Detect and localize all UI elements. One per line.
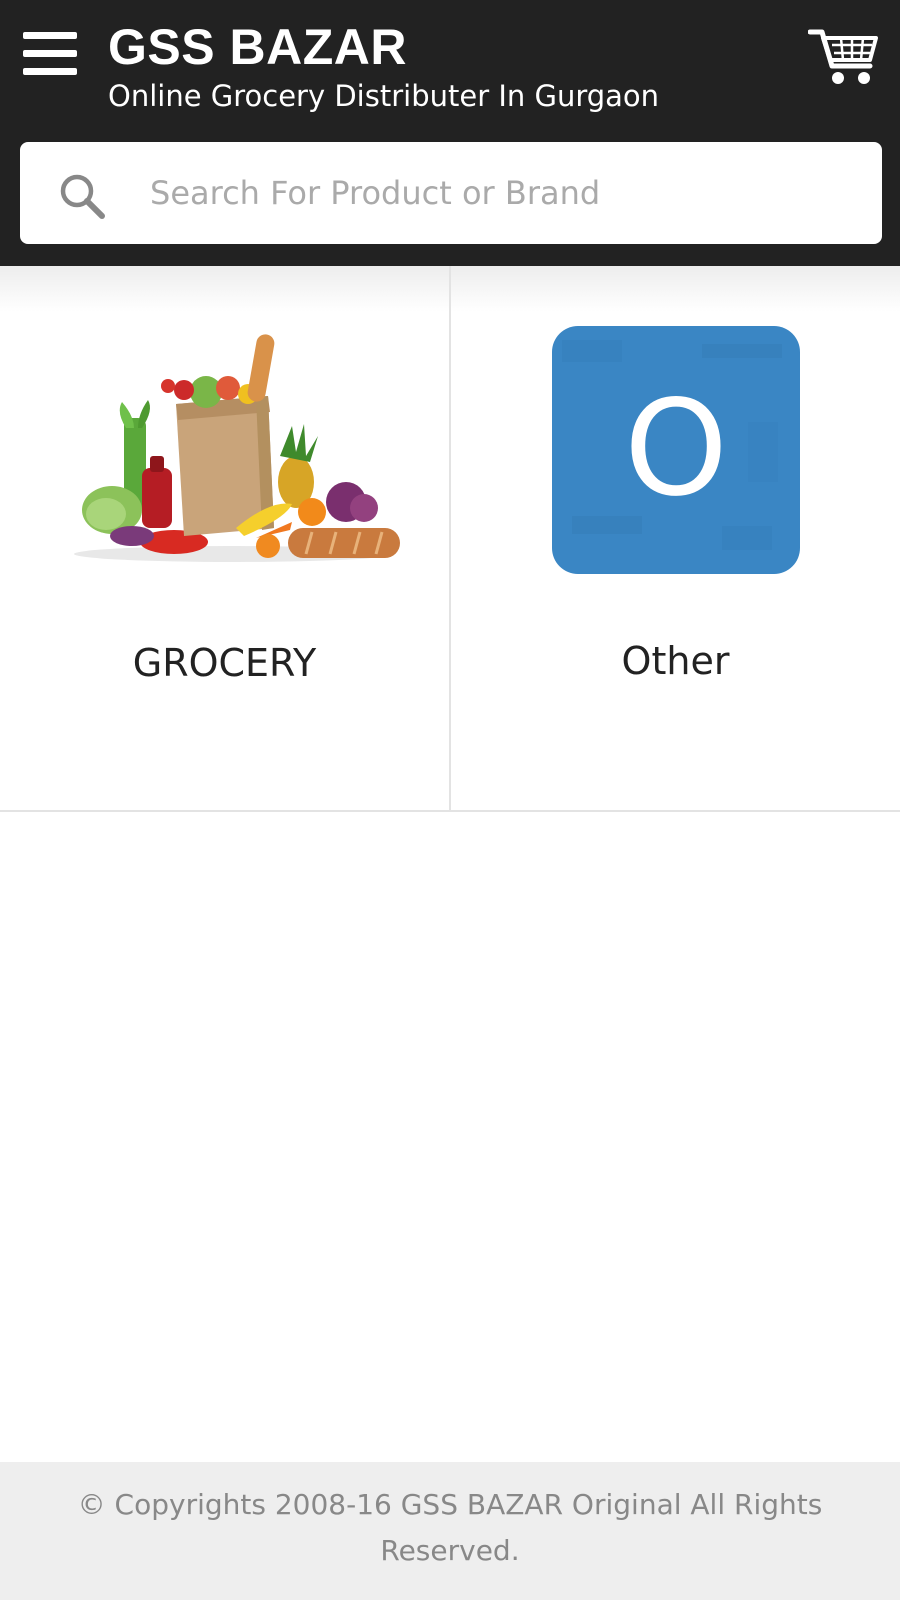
category-label-other: Other [621,639,730,683]
category-tile-grocery[interactable]: GROCERY [0,266,451,810]
search-icon[interactable] [58,172,106,220]
app-header: GSS BAZAR Online Grocery Distributer In … [0,0,900,266]
footer-copyright: © Copyrights 2008-16 GSS BAZAR Original … [77,1488,823,1567]
footer: © Copyrights 2008-16 GSS BAZAR Original … [0,1462,900,1600]
category-label-grocery: GROCERY [132,641,317,685]
other-letter-o-image: O [552,326,800,574]
hamburger-menu-icon[interactable] [20,28,78,78]
search-bar [20,142,882,244]
page: GSS BAZAR Online Grocery Distributer In … [0,0,900,1600]
app-title: GSS BAZAR [108,19,407,75]
app-subtitle: Online Grocery Distributer In Gurgaon [108,79,660,113]
category-tile-other[interactable]: O Other [451,266,900,810]
other-image-letter: O [624,372,728,526]
grocery-bag-image [74,334,400,562]
search-input[interactable] [128,160,858,226]
shopping-cart-icon[interactable] [807,26,880,88]
category-grid: GROCERY O Other [0,266,900,812]
